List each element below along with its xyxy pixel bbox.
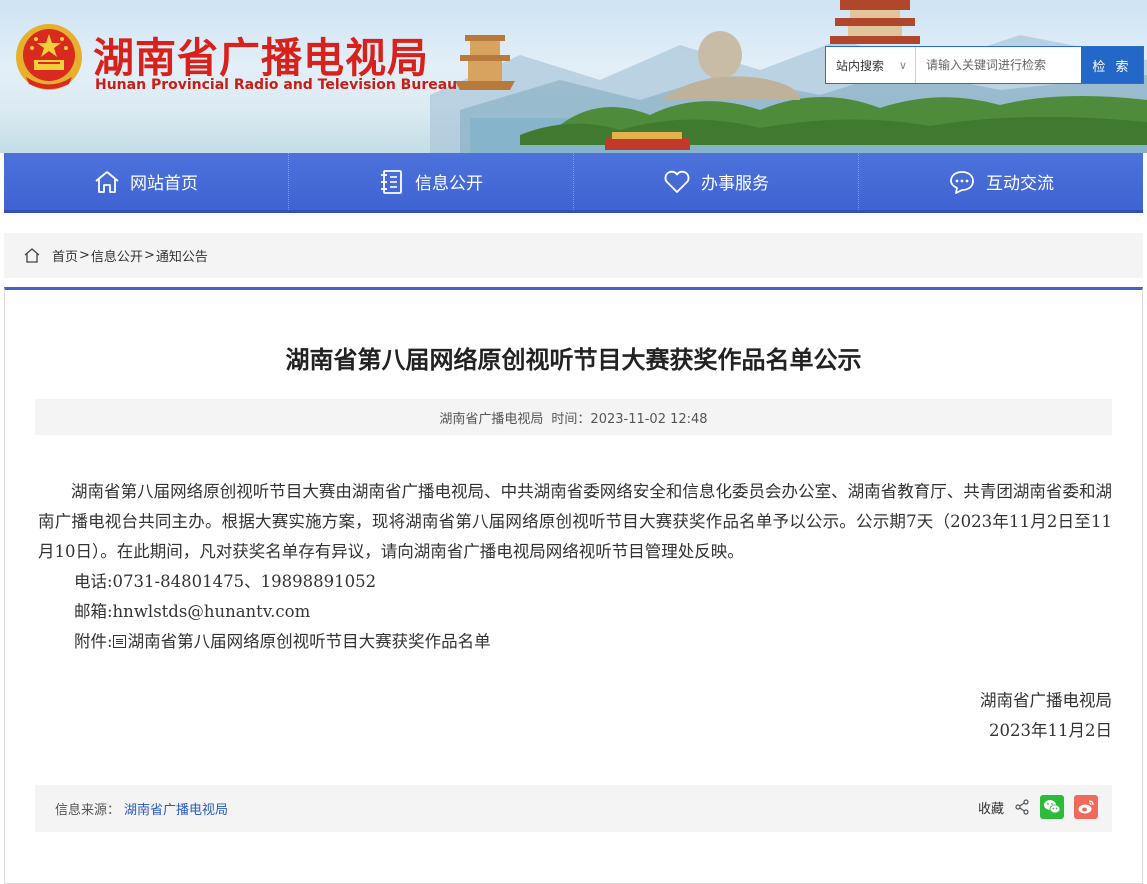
article-email: 邮箱:hnwlstds@hunantv.com: [74, 602, 311, 621]
breadcrumb-info-link[interactable]: 信息公开: [91, 246, 143, 265]
article-phone: 电话:0731-84801475、19898891052: [74, 572, 377, 591]
search-scope-select[interactable]: 站内搜索 ∨: [826, 47, 916, 83]
home-icon: [24, 248, 40, 263]
chat-bubble-icon: [950, 170, 974, 194]
nav-item-label: 信息公开: [415, 174, 483, 194]
article-meta-time: 时间：2023-11-02 12:48: [551, 411, 708, 427]
breadcrumb-home-link[interactable]: 首页: [52, 246, 78, 265]
search-button[interactable]: 检 索: [1081, 47, 1143, 83]
search-scope-label: 站内搜索: [836, 58, 885, 73]
nav-item-label: 办事服务: [701, 174, 769, 194]
signature-date: 2023年11月2日: [989, 721, 1112, 740]
national-emblem-logo: [16, 24, 82, 90]
article-meta: 湖南省广播电视局 时间：2023-11-02 12:48: [35, 399, 1112, 435]
article-signature: 湖南省广播电视局 2023年11月2日: [980, 686, 1112, 746]
attachment-label: 附件:: [74, 632, 113, 651]
nav-item-label: 网站首页: [130, 174, 198, 194]
breadcrumb-separator: >: [143, 248, 155, 263]
article-title: 湖南省第八届网络原创视听节目大赛获奖作品名单公示: [285, 346, 862, 374]
share-icon[interactable]: [1014, 799, 1030, 815]
favorite-button[interactable]: 收藏: [978, 798, 1004, 817]
source-label: 信息来源：: [55, 803, 121, 818]
nav-item-info[interactable]: 信息公开: [289, 153, 574, 210]
source-bar: 信息来源： 湖南省广播电视局 收藏: [35, 785, 1112, 832]
breadcrumb: 首页 > 信息公开 > 通知公告: [4, 233, 1143, 278]
nav-item-label: 互动交流: [986, 174, 1054, 194]
source-value: 湖南省广播电视局: [124, 803, 229, 818]
main-nav: 网站首页 信息公开 办事服务 互动交流: [4, 153, 1143, 213]
breadcrumb-separator: >: [79, 248, 90, 263]
breadcrumb-notice-link[interactable]: 通知公告: [156, 246, 208, 265]
wechat-share-icon[interactable]: [1040, 795, 1064, 819]
attachment-link[interactable]: 湖南省第八届网络原创视听节目大赛获奖作品名单: [128, 632, 491, 651]
nav-item-home[interactable]: 网站首页: [4, 153, 289, 210]
article-container: 湖南省第八届网络原创视听节目大赛获奖作品名单公示 湖南省广播电视局 时间：202…: [4, 287, 1143, 884]
article-paragraph: 湖南省第八届网络原创视听节目大赛由湖南省广播电视局、中共湖南省委网络安全和信息化…: [38, 482, 1112, 561]
site-title-cn: 湖南省广播电视局: [93, 34, 429, 82]
share-tools: 收藏: [978, 795, 1098, 819]
search-box: 站内搜索 ∨ 检 索: [825, 46, 1144, 84]
article-body: 湖南省第八届网络原创视听节目大赛由湖南省广播电视局、中共湖南省委网络安全和信息化…: [38, 477, 1112, 657]
word-document-icon: [112, 635, 126, 648]
article-attachment: 附件: 湖南省第八届网络原创视听节目大赛获奖作品名单: [38, 627, 1112, 657]
weibo-share-icon[interactable]: [1074, 795, 1098, 819]
nav-item-interaction[interactable]: 互动交流: [859, 153, 1143, 210]
nav-item-services[interactable]: 办事服务: [574, 153, 859, 210]
site-header: 湖南省广播电视局 Hunan Provincial Radio and Tele…: [0, 0, 1147, 153]
heart-icon: [664, 170, 690, 193]
search-input[interactable]: [916, 47, 1081, 83]
article-meta-source: 湖南省广播电视局: [439, 411, 544, 427]
home-icon: [95, 170, 119, 193]
site-title-en: Hunan Provincial Radio and Television Bu…: [95, 77, 458, 93]
signature-org: 湖南省广播电视局: [980, 691, 1112, 710]
document-list-icon: [381, 169, 402, 194]
chevron-down-icon: ∨: [898, 59, 907, 72]
